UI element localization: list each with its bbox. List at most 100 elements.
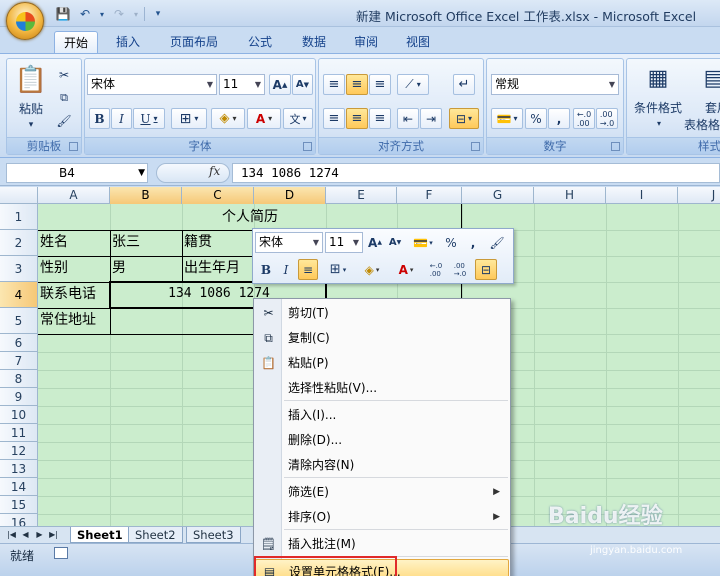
first-sheet-icon[interactable]: |◀ <box>6 529 17 541</box>
save-icon[interactable]: 💾 <box>54 6 72 22</box>
align-top-icon[interactable]: ≡ <box>323 74 345 95</box>
menu-item-paste-special[interactable]: 选择性粘贴(V)... <box>255 376 509 400</box>
align-center-icon[interactable]: ≡ <box>346 108 368 129</box>
undo-dropdown-icon[interactable]: ▾ <box>98 6 106 22</box>
sheet-tab-sheet2[interactable]: Sheet2 <box>128 527 183 543</box>
comma-style-button[interactable]: , <box>548 108 570 129</box>
column-header-f[interactable]: F <box>397 187 462 204</box>
menu-item-delete[interactable]: 删除(D)... <box>255 428 509 452</box>
paste-button[interactable]: 粘贴 <box>13 99 49 117</box>
row-header-16[interactable]: 16 <box>0 514 38 526</box>
macro-record-icon[interactable] <box>54 547 68 559</box>
sheet-tab-sheet1[interactable]: Sheet1 <box>70 527 130 543</box>
orientation-icon[interactable]: ⟋ ▾ <box>397 74 429 95</box>
menu-item-cut[interactable]: ✂ 剪切(T) <box>255 301 509 325</box>
align-right-icon[interactable]: ≡ <box>369 108 391 129</box>
merge-center-icon[interactable]: ⊟ ▾ <box>449 108 479 129</box>
row-header-2[interactable]: 2 <box>0 230 38 256</box>
mini-fill-color-icon[interactable]: ◈ ▾ <box>357 259 387 280</box>
prev-sheet-icon[interactable]: ◀ <box>20 529 31 541</box>
column-header-d[interactable]: D <box>254 187 326 204</box>
redo-icon[interactable]: ↷ <box>110 6 128 22</box>
cell-a3[interactable]: 性别 <box>38 256 68 280</box>
phonetic-icon[interactable]: 文 ▾ <box>283 108 313 129</box>
mini-shrink-font-icon[interactable]: A ▼ <box>386 232 404 253</box>
number-launcher-icon[interactable] <box>611 142 620 151</box>
row-header-10[interactable]: 10 <box>0 406 38 424</box>
mini-accounting-icon[interactable]: 💳 ▾ <box>408 232 438 253</box>
cell-b3[interactable]: 男 <box>110 256 126 280</box>
mini-comma-button[interactable]: , <box>464 232 482 253</box>
italic-icon[interactable]: I <box>111 108 132 129</box>
last-sheet-icon[interactable]: ▶| <box>48 529 59 541</box>
font-launcher-icon[interactable] <box>303 142 312 151</box>
column-header-h[interactable]: H <box>534 187 606 204</box>
cell-b2[interactable]: 张三 <box>110 230 140 254</box>
align-middle-icon[interactable]: ≡ <box>346 74 368 95</box>
font-color-icon[interactable]: A ▾ <box>247 108 281 129</box>
menu-item-clear-contents[interactable]: 清除内容(N) <box>255 453 509 477</box>
decrease-decimal-icon[interactable]: .00 →.0 <box>596 108 618 129</box>
fill-color-icon[interactable]: ◈ ▾ <box>211 108 245 129</box>
font-name-dropdown-icon[interactable]: ▼ <box>204 75 216 94</box>
percent-style-button[interactable]: % <box>525 108 547 129</box>
wrap-text-icon[interactable]: ↵ <box>453 74 475 95</box>
tab-page-layout[interactable]: 页面布局 <box>162 31 226 53</box>
select-all-corner[interactable] <box>0 187 38 204</box>
column-header-a[interactable]: A <box>38 187 110 204</box>
menu-item-filter[interactable]: 筛选(E) ▶ <box>255 480 509 504</box>
row-header-6[interactable]: 6 <box>0 334 38 352</box>
increase-decimal-icon[interactable]: ←.0.00 <box>573 108 595 129</box>
format-painter-icon[interactable]: 🖌 <box>53 111 75 131</box>
tab-insert[interactable]: 插入 <box>108 31 148 53</box>
mini-increase-decimal-icon[interactable]: ←.0.00 <box>425 259 447 280</box>
cell-c2[interactable]: 籍贯 <box>182 230 212 254</box>
row-header-8[interactable]: 8 <box>0 370 38 388</box>
menu-item-paste[interactable]: 📋 粘贴(P) <box>255 351 509 375</box>
grow-font-icon[interactable]: A ▲ <box>269 74 291 95</box>
align-left-icon[interactable]: ≡ <box>323 108 345 129</box>
sheet-tab-sheet3[interactable]: Sheet3 <box>186 527 241 543</box>
column-header-j[interactable]: J <box>678 187 720 204</box>
tab-home[interactable]: 开始 <box>54 31 98 53</box>
column-header-e[interactable]: E <box>326 187 397 204</box>
insert-function-button[interactable]: fx <box>209 164 220 178</box>
format-as-table-line2[interactable]: 表格格式 <box>683 117 720 132</box>
next-sheet-icon[interactable]: ▶ <box>34 529 45 541</box>
mini-bold-icon[interactable]: B <box>257 259 275 280</box>
tab-view[interactable]: 视图 <box>398 31 438 53</box>
mini-grow-font-icon[interactable]: A ▲ <box>366 232 384 253</box>
font-name-combo[interactable]: 宋体 ▼ <box>87 74 217 95</box>
undo-icon[interactable]: ↶ <box>76 6 94 22</box>
column-header-i[interactable]: I <box>606 187 678 204</box>
font-size-dropdown-icon[interactable]: ▼ <box>252 75 264 94</box>
mini-percent-button[interactable]: % <box>442 232 460 253</box>
tab-formulas[interactable]: 公式 <box>240 31 280 53</box>
accounting-format-icon[interactable]: 💳 ▾ <box>491 108 523 129</box>
mini-center-icon[interactable]: ≡ <box>298 259 318 280</box>
row-header-14[interactable]: 14 <box>0 478 38 496</box>
font-size-combo[interactable]: 11 ▼ <box>219 74 265 95</box>
column-header-b[interactable]: B <box>110 187 182 204</box>
decrease-indent-icon[interactable]: ⇤ <box>397 108 419 129</box>
office-button[interactable] <box>6 2 44 40</box>
row-header-12[interactable]: 12 <box>0 442 38 460</box>
paste-dropdown-icon[interactable]: ▾ <box>25 119 37 131</box>
cell-title[interactable]: 个人简历 <box>38 204 462 230</box>
shrink-font-icon[interactable]: A ▼ <box>292 74 313 95</box>
align-bottom-icon[interactable]: ≡ <box>369 74 391 95</box>
mini-size-dropdown-icon[interactable]: ▼ <box>350 233 362 252</box>
row-header-1[interactable]: 1 <box>0 204 38 230</box>
name-box-dropdown-icon[interactable]: ▼ <box>138 164 145 182</box>
column-header-g[interactable]: G <box>462 187 534 204</box>
clipboard-launcher-icon[interactable] <box>69 142 78 151</box>
borders-icon[interactable]: ⊞ ▾ <box>171 108 207 129</box>
alignment-launcher-icon[interactable] <box>471 142 480 151</box>
row-header-11[interactable]: 11 <box>0 424 38 442</box>
row-header-5[interactable]: 5 <box>0 308 38 334</box>
row-header-7[interactable]: 7 <box>0 352 38 370</box>
menu-item-copy[interactable]: ⧉ 复制(C) <box>255 326 509 350</box>
mini-italic-icon[interactable]: I <box>277 259 295 280</box>
customize-qat-icon[interactable]: ▾ <box>149 6 167 22</box>
row-header-13[interactable]: 13 <box>0 460 38 478</box>
